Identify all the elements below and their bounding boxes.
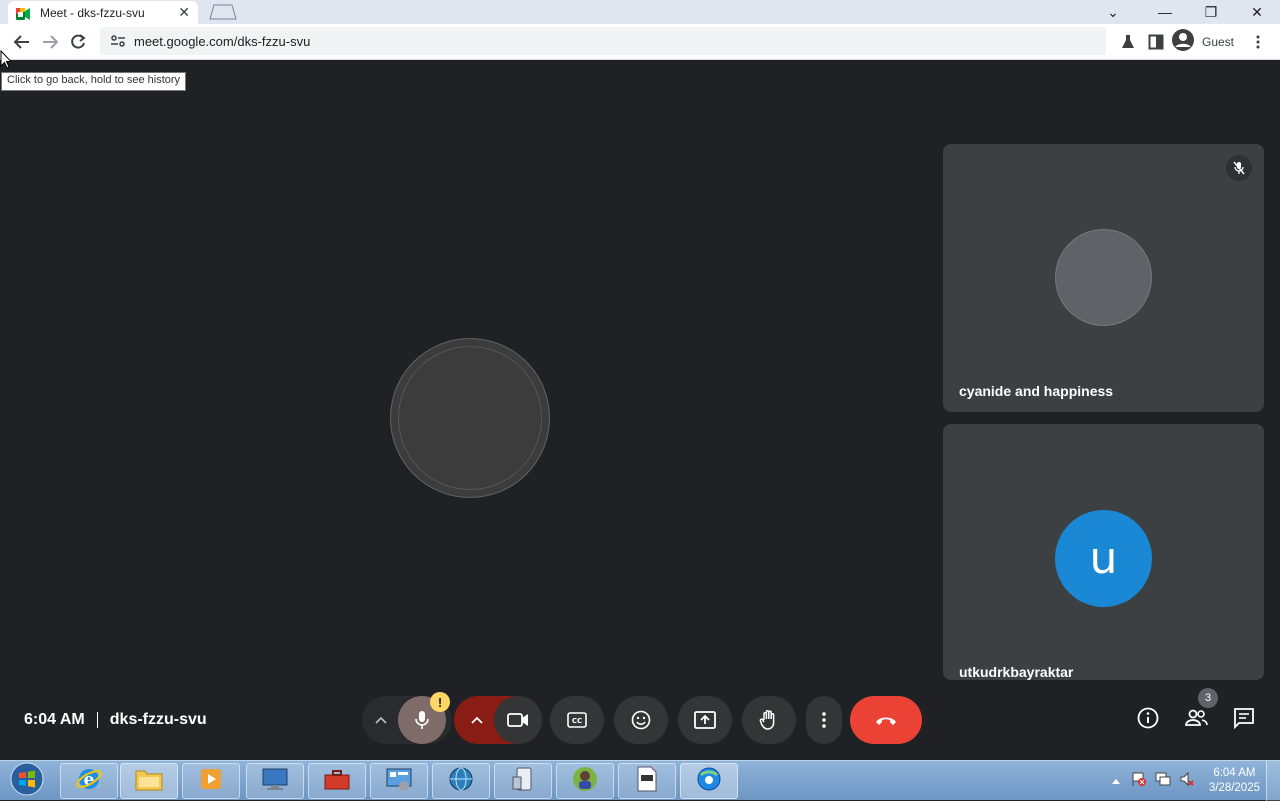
taskbar-toolbox[interactable] xyxy=(308,763,366,799)
internet-explorer-icon: e xyxy=(75,765,103,798)
warning-badge: ! xyxy=(430,692,450,712)
tab-title: Meet - dks-fzzu-svu xyxy=(40,5,145,20)
present-screen-icon xyxy=(694,711,716,729)
meeting-time: 6:04 AM xyxy=(24,711,85,728)
show-hidden-icons-icon[interactable] xyxy=(1111,772,1121,790)
participant-count-badge: 3 xyxy=(1198,688,1218,708)
profile-label: Guest xyxy=(1202,35,1235,49)
info-icon xyxy=(1137,707,1159,734)
captions-button[interactable]: CC xyxy=(550,696,604,744)
side-panel-icon[interactable] xyxy=(1146,30,1166,54)
minimize-button[interactable]: — xyxy=(1142,0,1188,24)
network-icon[interactable] xyxy=(1155,771,1171,792)
taskbar-document[interactable] xyxy=(618,763,676,799)
forward-button[interactable] xyxy=(38,30,62,54)
microphone-icon xyxy=(414,710,430,730)
audio-options-button[interactable] xyxy=(368,696,394,744)
show-desktop-button[interactable] xyxy=(1266,761,1280,801)
taskbar-control-panel[interactable] xyxy=(370,763,428,799)
windows-taskbar: e 6:04 AM 3/28/2025 xyxy=(0,760,1280,801)
clock-date: 3/28/2025 xyxy=(1208,782,1260,794)
participant-avatar xyxy=(1055,229,1152,326)
svg-text:CC: CC xyxy=(572,717,582,725)
more-options-button[interactable] xyxy=(806,696,842,744)
meeting-code: dks-fzzu-svu xyxy=(109,711,207,728)
google-meet-icon xyxy=(16,7,30,20)
profile-button[interactable]: Guest xyxy=(1172,28,1238,56)
taskbar-device-manager[interactable] xyxy=(494,763,552,799)
people-button[interactable] xyxy=(1182,706,1210,734)
taskbar-network[interactable] xyxy=(432,763,490,799)
video-options-button[interactable] xyxy=(462,696,492,744)
participant-avatar: u xyxy=(1055,510,1152,607)
mouse-cursor-icon xyxy=(0,49,13,75)
hand-icon xyxy=(759,709,779,731)
device-icon xyxy=(509,765,537,798)
browser-tabbar: Meet - dks-fzzu-svu ✕ ⌄ — ❐ ✕ xyxy=(0,0,1280,24)
system-clock[interactable]: 6:04 AM 3/28/2025 xyxy=(1209,766,1260,796)
close-window-button[interactable]: ✕ xyxy=(1234,0,1280,24)
volume-muted-icon[interactable] xyxy=(1179,771,1195,792)
reload-button[interactable] xyxy=(66,30,90,54)
taskbar-media-player[interactable] xyxy=(182,763,240,799)
emoji-icon xyxy=(631,710,651,730)
address-bar[interactable]: meet.google.com/dks-fzzu-svu xyxy=(100,27,1106,55)
labs-flask-icon[interactable] xyxy=(1118,30,1138,54)
browser-globe-icon xyxy=(695,765,723,798)
toolbox-icon xyxy=(322,766,352,797)
user-shield-icon xyxy=(571,765,599,798)
meeting-details: 6:04 AM dks-fzzu-svu xyxy=(24,710,207,730)
participant-name: cyanide and happiness xyxy=(959,383,1114,399)
folder-icon xyxy=(134,766,164,797)
meeting-stage: cyanide and happiness u utkudrkbayraktar… xyxy=(0,60,1280,760)
video-camera-icon xyxy=(507,712,529,728)
clock-time: 6:04 AM xyxy=(1213,767,1256,779)
taskbar-remote-desktop[interactable] xyxy=(246,763,304,799)
camera-button[interactable] xyxy=(494,696,542,744)
tab-meet[interactable]: Meet - dks-fzzu-svu ✕ xyxy=(8,1,198,24)
present-screen-button[interactable] xyxy=(678,696,732,744)
chat-button[interactable] xyxy=(1230,706,1258,734)
taskbar-user-tool[interactable] xyxy=(556,763,614,799)
people-icon xyxy=(1184,709,1208,732)
control-panel-icon xyxy=(384,766,414,797)
windows-logo-icon xyxy=(10,762,44,801)
taskbar-file-explorer[interactable] xyxy=(120,763,178,799)
restore-button[interactable]: ❐ xyxy=(1188,0,1234,24)
reactions-button[interactable] xyxy=(614,696,668,744)
back-button-tooltip: Click to go back, hold to see history xyxy=(1,72,187,91)
document-icon xyxy=(635,765,659,798)
chat-icon xyxy=(1233,707,1255,734)
close-tab-icon[interactable]: ✕ xyxy=(178,4,190,21)
tab-search-icon[interactable]: ⌄ xyxy=(1090,0,1136,24)
raise-hand-button[interactable] xyxy=(742,696,796,744)
main-speaker-avatar xyxy=(390,338,550,498)
participant-name: utkudrkbayraktar xyxy=(959,664,1074,680)
taskbar-internet-explorer[interactable]: e xyxy=(60,763,118,799)
participant-tile[interactable]: u utkudrkbayraktar xyxy=(943,424,1264,680)
url-text: meet.google.com/dks-fzzu-svu xyxy=(134,33,311,49)
more-vert-icon xyxy=(822,712,826,728)
closed-captions-icon: CC xyxy=(567,712,587,728)
profile-avatar-icon xyxy=(1172,28,1194,56)
media-player-icon xyxy=(198,766,224,797)
site-info-icon[interactable] xyxy=(110,34,126,48)
browser-menu-icon[interactable] xyxy=(1248,30,1268,54)
mic-muted-icon xyxy=(1226,155,1252,181)
participant-tile[interactable]: cyanide and happiness xyxy=(943,144,1264,412)
computer-monitor-icon xyxy=(260,766,290,797)
action-center-flag-icon[interactable] xyxy=(1131,771,1147,792)
leave-call-button[interactable] xyxy=(850,696,922,744)
globe-icon xyxy=(447,765,475,798)
new-tab-button[interactable] xyxy=(208,4,238,20)
end-call-icon xyxy=(874,714,898,726)
taskbar-browser[interactable] xyxy=(680,763,738,799)
start-button[interactable] xyxy=(2,762,52,800)
meeting-details-button[interactable] xyxy=(1134,706,1162,734)
system-tray: 6:04 AM 3/28/2025 xyxy=(1111,763,1260,799)
back-button[interactable] xyxy=(10,30,34,54)
browser-toolbar: meet.google.com/dks-fzzu-svu Guest xyxy=(0,24,1280,60)
